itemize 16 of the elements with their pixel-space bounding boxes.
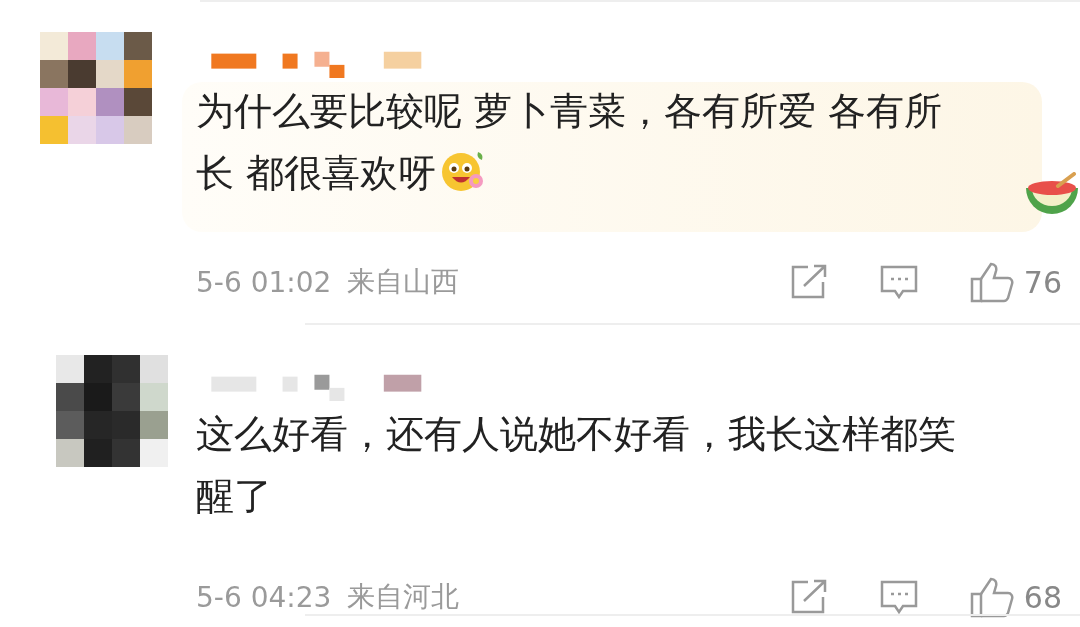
comment-text: 为什么要比较呢 萝卜青菜，各有所爱 各有所长 都很喜欢呀: [196, 89, 943, 195]
comment-time: 5-6 01:02: [196, 265, 332, 299]
comment-icon[interactable]: [879, 264, 918, 300]
avatar[interactable]: [40, 32, 152, 144]
like-icon[interactable]: [969, 261, 1014, 303]
comment-icon[interactable]: [879, 579, 918, 615]
like-icon[interactable]: [969, 576, 1014, 618]
like-count: 68: [1023, 579, 1062, 615]
comment-location: 来自河北: [347, 579, 460, 615]
comment-time: 5-6 04:23: [196, 580, 332, 614]
share-icon[interactable]: [789, 579, 828, 615]
avatar[interactable]: [56, 355, 168, 467]
share-icon[interactable]: [789, 264, 828, 300]
like-count: 76: [1023, 264, 1062, 300]
comment-location: 来自山西: [347, 264, 460, 300]
comment-text: 这么好看，还有人说她不好看，我长这样都笑醒了: [196, 412, 956, 518]
